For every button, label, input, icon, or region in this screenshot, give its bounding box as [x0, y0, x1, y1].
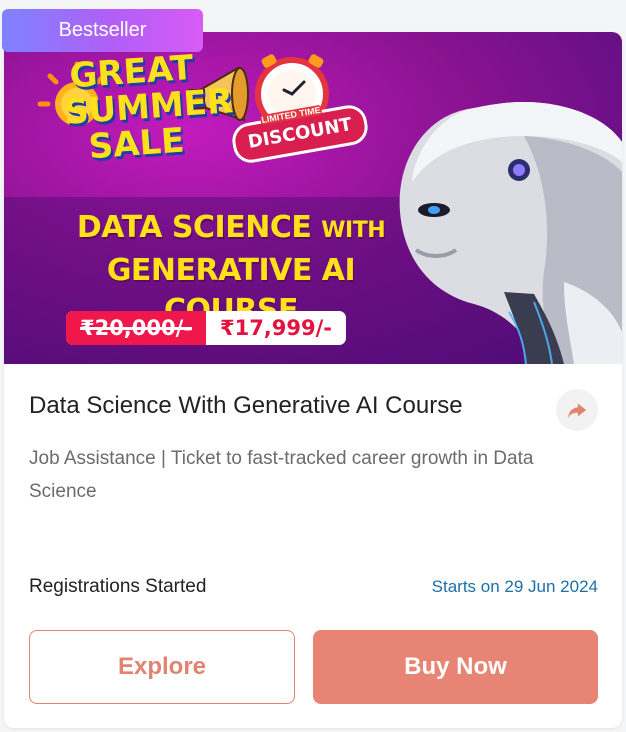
sale-headline: GREAT SUMMER SALE [62, 47, 235, 168]
course-title[interactable]: Data Science With Generative AI Course [29, 389, 549, 423]
course-banner[interactable]: GREAT SUMMER SALE LIMITED TIME DISCOUNT … [4, 32, 622, 364]
banner-title-line1: DATA SCIENCE [76, 210, 312, 245]
course-subtitle: Job Assistance | Ticket to fast-tracked … [29, 448, 534, 502]
start-date: Starts on 29 Jun 2024 [431, 577, 598, 596]
share-button[interactable] [556, 389, 598, 431]
explore-button[interactable]: Explore [29, 630, 295, 704]
banner-title-with: WITH [321, 218, 386, 243]
buy-now-button[interactable]: Buy Now [313, 630, 598, 704]
share-arrow-icon [567, 403, 587, 419]
registration-status: Registrations Started [29, 576, 207, 597]
new-price: ₹17,999/- [219, 316, 333, 340]
old-price: ₹20,000/- [66, 311, 206, 345]
price-tag: ₹20,000/- ₹17,999/- [66, 311, 346, 345]
course-card: GREAT SUMMER SALE LIMITED TIME DISCOUNT … [4, 32, 622, 728]
bestseller-badge: Bestseller [2, 9, 203, 52]
